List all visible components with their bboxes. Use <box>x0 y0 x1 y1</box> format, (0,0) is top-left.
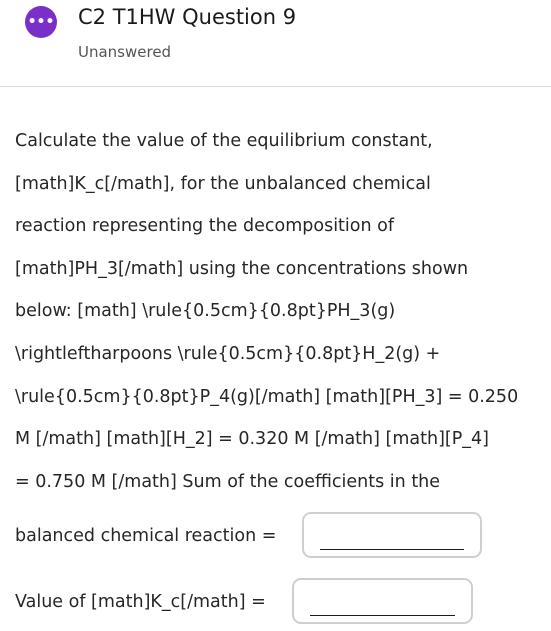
answer-blank-line <box>310 615 455 616</box>
answer-blank-line <box>320 549 464 550</box>
question-text-line: [math]K_c[/math], for the unbalanced che… <box>15 174 431 194</box>
question-text-line: = 0.750 M [/math] Sum of the coefficient… <box>15 472 441 492</box>
coefficients-sum-label: balanced chemical reaction = <box>15 526 277 546</box>
kc-value-label: Value of [math]K_c[/math] = <box>15 592 266 612</box>
question-text-line: \rule{0.5cm}{0.8pt}P_4(g)[/math] [math][… <box>15 387 519 407</box>
question-page: ••• C2 T1HW Question 9 Unanswered Calcul… <box>0 0 551 631</box>
status-label: Unanswered <box>78 43 172 61</box>
question-text-line: \rightleftharpoons \rule{0.5cm}{0.8pt}H_… <box>15 344 441 364</box>
kc-value-input[interactable] <box>292 578 473 624</box>
question-text-line: Calculate the value of the equilibrium c… <box>15 131 433 151</box>
more-options-icon[interactable]: ••• <box>25 6 57 38</box>
coefficients-sum-input[interactable] <box>302 512 482 558</box>
question-header: ••• C2 T1HW Question 9 Unanswered <box>0 0 551 86</box>
question-text-line: [math]PH_3[/math] using the concentratio… <box>15 259 469 279</box>
page-title: C2 T1HW Question 9 <box>78 5 297 29</box>
header-divider <box>0 86 551 87</box>
question-text-line: below: [math] \rule{0.5cm}{0.8pt}PH_3(g) <box>15 301 396 321</box>
question-text-line: reaction representing the decomposition … <box>15 216 395 236</box>
question-text-line: M [/math] [math][H_2] = 0.320 M [/math] … <box>15 429 489 449</box>
